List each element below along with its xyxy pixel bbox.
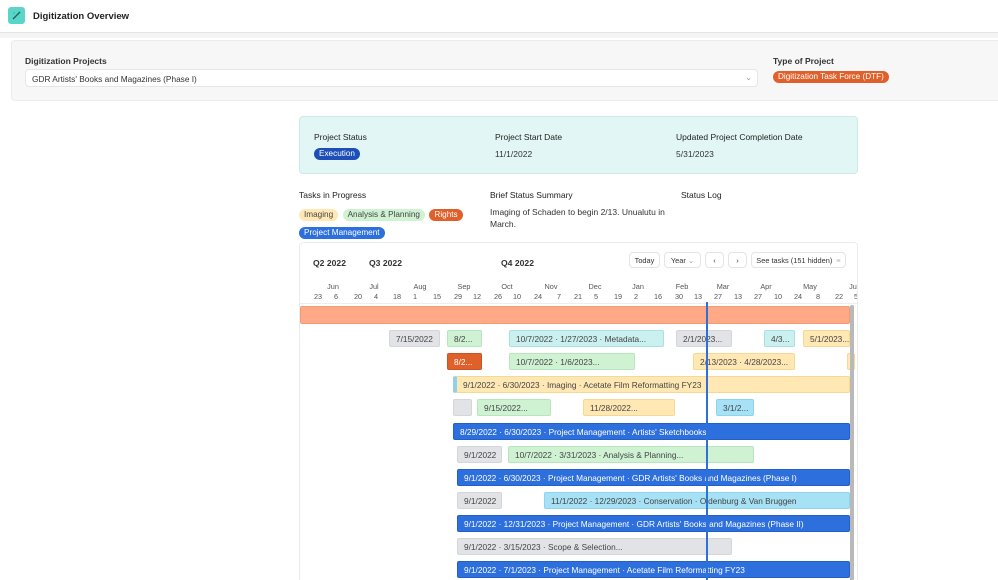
gantt-task-bar[interactable]: 9/15/2022... [477,399,551,416]
gantt-task-bar[interactable]: 2/13/2023 · 4/28/2023... [693,353,795,370]
task-badge-analysis: Analysis & Planning [342,209,425,221]
filter-panel: Digitization Projects GDR Artists' Books… [11,40,998,101]
gantt-timeline: Q2 2022 Q3 2022 Q4 2022 Today Year ⌄ ‹ ›… [299,242,858,580]
top-bar: Digitization Overview ⌄ [0,0,998,33]
gantt-task-bar[interactable]: 9/1/2022 · 12/31/2023 · Project Manageme… [457,515,850,532]
chevron-down-icon: ⌄ [745,73,752,82]
task-badge-imaging: Imaging [299,209,339,221]
summary-text: Imaging of Schaden to begin 2/13. Unualu… [490,207,665,229]
gantt-task-bar[interactable]: 9/1/2022 · 6/30/2023 · Project Managemen… [457,469,850,486]
gantt-task-bar[interactable]: 3/1/2... [716,399,754,416]
gantt-task-bar[interactable] [453,399,472,416]
completion-date-label: Updated Project Completion Date [676,132,803,142]
gantt-task-bar[interactable]: 5/1/2023... [803,330,850,347]
summary-label: Brief Status Summary [490,190,573,200]
gantt-task-bar[interactable]: 9/1/2022 · 3/15/2023 · Scope & Selection… [457,538,732,555]
vertical-scrollbar[interactable] [850,305,854,580]
gantt-task-bar[interactable]: 11/1/2022 · 12/29/2023 · Conservation · … [544,492,850,509]
tasks-label: Tasks in Progress [299,190,367,200]
gantt-task-bar[interactable]: 4/3... [764,330,795,347]
gantt-task-bar[interactable]: 11/28/2022... [583,399,675,416]
projects-select[interactable]: GDR Artists' Books and Magazines (Phase … [25,69,758,87]
gantt-task-bar[interactable]: 8/29/2022 · 6/30/2023 · Project Manageme… [453,423,850,440]
gantt-task-bar[interactable]: 10/7/2022 · 1/27/2023 · Metadata... [509,330,664,347]
info-section: Tasks in Progress Imaging Analysis & Pla… [299,187,859,239]
gantt-task-bar[interactable]: 9/1/2022 · 7/1/2023 · Project Management… [457,561,850,578]
start-date-label: Project Start Date [495,132,563,142]
type-label: Type of Project [773,56,834,66]
gantt-task-bar[interactable]: 7/15/2022 [389,330,440,347]
type-badge: Digitization Task Force (DTF) [773,71,889,83]
gantt-task-bar[interactable]: 9/1/2022 [457,446,502,463]
status-card: Project Status Execution Project Start D… [299,116,858,174]
projects-label: Digitization Projects [25,56,107,66]
today-marker [706,302,708,580]
gantt-rows: 7/15/2022 8/2... 10/7/2022 · 1/27/2023 · M… [300,243,857,580]
start-date-value: 11/1/2022 [495,149,533,159]
completion-date-value: 5/31/2023 [676,149,714,159]
gantt-task-bar[interactable]: 9/1/2022 [457,492,502,509]
task-badge-rights: Rights [429,209,463,221]
gantt-task-bar[interactable]: 9/1/2022 · 6/30/2023 · Imaging · Acetate… [453,376,850,393]
tasks-list: Imaging Analysis & Planning Rights Proje… [299,204,479,240]
gantt-task-bar[interactable]: 8/2... [447,353,482,370]
chevron-down-icon[interactable]: ⌄ [119,10,127,21]
page-title[interactable]: Digitization Overview [33,11,129,22]
status-badge: Execution [314,148,360,160]
task-badge-project-management: Project Management [299,227,385,239]
projects-select-value: GDR Artists' Books and Magazines (Phase … [32,74,197,84]
gantt-task-bar[interactable]: 10/7/2022 · 3/31/2023 · Analysis & Plann… [508,446,754,463]
gantt-task-bar[interactable]: 10/7/2022 · 1/6/2023... [509,353,635,370]
divider [0,33,998,38]
gantt-task-bar[interactable] [300,306,850,324]
gantt-task-bar[interactable]: 2/1/2023... [676,330,732,347]
project-status-label: Project Status [314,132,367,142]
magic-wand-icon[interactable] [8,7,25,24]
gantt-task-bar[interactable]: 8/2... [447,330,482,347]
status-log-label: Status Log [681,190,722,200]
